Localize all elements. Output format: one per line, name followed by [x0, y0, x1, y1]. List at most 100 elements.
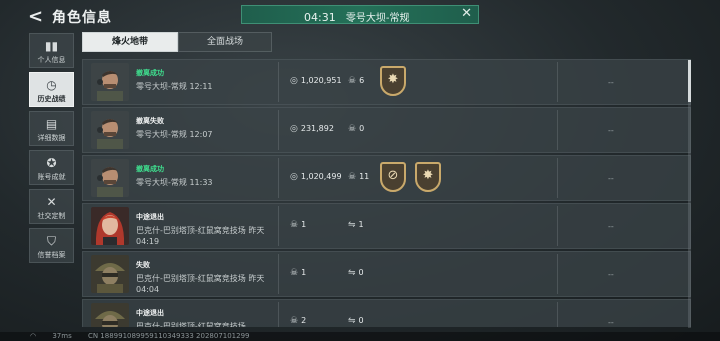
sidebar-item-label: 社交定制 — [37, 212, 66, 220]
skull-icon: ☠ — [348, 172, 357, 182]
tab-label: 烽火地带 — [111, 37, 148, 47]
matchmaking-mode: 零号大坝-常规 — [345, 13, 410, 24]
stat-value: 1,020,499 — [300, 172, 342, 181]
tab-warzone[interactable]: 烽火地带 — [82, 32, 178, 52]
document-icon: ▤ — [45, 117, 58, 131]
operator-avatar — [91, 63, 129, 101]
column-divider — [278, 110, 279, 150]
stat-value: 0 — [358, 268, 364, 277]
stat-value: 1 — [358, 220, 364, 229]
handshake-icon: ⇋ — [348, 268, 356, 278]
sidebar-item-label: 历史战绩 — [37, 95, 66, 103]
column-divider — [278, 62, 279, 102]
stat-value: 6 — [359, 76, 365, 85]
tab-full-battlefield[interactable]: 全面战场 — [178, 32, 272, 52]
column-divider — [557, 158, 558, 198]
match-map-time: 零号大坝-常规 12:11 — [136, 81, 213, 92]
skull-icon: ☠ — [348, 124, 357, 134]
sidebar-item-5[interactable]: ⛉ 信誉档案 — [29, 228, 74, 263]
column-divider — [557, 302, 558, 327]
match-row[interactable]: 撤离失败零号大坝-常规 12:07 ◎ 231,892 ☠ 0 -- — [82, 107, 691, 153]
top-bar: < 角色信息 04:31 零号大坝-常规 ✕ — [0, 0, 720, 32]
secondary-stat: ⇋ 0 — [348, 268, 364, 278]
match-result: 撤离失败 — [136, 117, 164, 125]
badge-emblem: ⊘ — [387, 168, 399, 183]
wifi-icon: ◠ — [30, 332, 37, 340]
match-map: 零号大坝-常规 — [136, 82, 187, 91]
match-time: 12:07 — [189, 130, 213, 139]
operator-avatar — [91, 207, 129, 245]
close-icon[interactable]: ✕ — [461, 6, 472, 21]
extra-value: -- — [608, 318, 614, 327]
match-map-time: 巴克什-巴别塔顶-红鼠窝竞技场 — [136, 321, 278, 327]
secondary-stat: ⇋ 0 — [348, 316, 364, 326]
match-row[interactable]: 失败 巴克什-巴别塔顶-红鼠窝竞技场 昨天 04:04 ☠ 1 ⇋ 0 -- — [82, 251, 691, 297]
extra-value: -- — [608, 78, 614, 87]
operator-avatar — [91, 111, 129, 149]
badge-emblem: ✸ — [422, 168, 434, 183]
extra-value: -- — [608, 222, 614, 231]
sidebar-item-4[interactable]: ✕ 社交定制 — [29, 189, 74, 224]
stat-value: 11 — [359, 172, 370, 181]
sidebar-item-3[interactable]: ✪ 账号成就 — [29, 150, 74, 185]
matchmaking-timer: 04:31 — [304, 11, 336, 24]
match-row[interactable]: 中途退出 巴克什-巴别塔顶-红鼠窝竞技场 ☠ 2 ⇋ 0 -- — [82, 299, 691, 327]
sidebar-item-0[interactable]: ▮▮ 个人信息 — [29, 33, 74, 68]
matchmaking-status: 04:31 零号大坝-常规 — [304, 9, 410, 24]
column-divider — [278, 158, 279, 198]
match-map: 零号大坝-常规 — [136, 130, 187, 139]
stat-value: 1 — [301, 220, 307, 229]
primary-stat: ◎ 231,892 — [290, 124, 334, 134]
stat-value: 1 — [301, 268, 307, 277]
scrollbar-thumb[interactable] — [688, 60, 691, 102]
secondary-stat: ☠ 0 — [348, 124, 364, 134]
stat-value: 0 — [358, 316, 364, 325]
coin-icon: ◎ — [290, 124, 298, 134]
match-result: 撤离成功 — [136, 165, 164, 173]
back-button[interactable]: < — [28, 6, 43, 27]
primary-stat: ☠ 2 — [290, 316, 306, 326]
column-divider — [278, 254, 279, 294]
matchmaking-bar[interactable]: 04:31 零号大坝-常规 ✕ — [241, 5, 479, 24]
stat-value: 2 — [301, 316, 307, 325]
primary-stat: ☠ 1 — [290, 220, 306, 230]
stat-value: 1,020,951 — [300, 76, 342, 85]
match-map-time: 零号大坝-常规 12:07 — [136, 129, 213, 140]
extra-value: -- — [608, 174, 614, 183]
skull-icon: ☠ — [290, 316, 299, 326]
handshake-icon: ⇋ — [348, 220, 356, 230]
operator-avatar — [91, 159, 129, 197]
column-divider — [557, 62, 558, 102]
player-id: CN 188991089959110349333 202807101299 — [87, 332, 250, 340]
match-row[interactable]: 撤离成功零号大坝-常规 11:33 ◎ 1,020,499 ☠ 11 ⊘ ✸ -- — [82, 155, 691, 201]
coin-icon: ◎ — [290, 172, 298, 182]
skull-icon: ☠ — [348, 76, 357, 86]
match-map: 巴克什-巴别塔顶-红鼠窝竞技场 — [136, 226, 246, 235]
match-map-time: 巴克什-巴别塔顶-红鼠窝竞技场 昨天 04:19 — [136, 225, 278, 247]
match-row[interactable]: 中途退出 巴克什-巴别塔顶-红鼠窝竞技场 昨天 04:19 ☠ 1 ⇋ 1 -- — [82, 203, 691, 249]
handshake-icon: ⇋ — [348, 316, 356, 326]
secondary-stat: ☠ 6 — [348, 76, 364, 86]
clock-icon: ◷ — [46, 78, 57, 92]
sidebar-item-1[interactable]: ◷ 历史战绩 — [29, 72, 74, 107]
sidebar-item-2[interactable]: ▤ 详细数据 — [29, 111, 74, 146]
match-row[interactable]: 撤离成功 零号大坝-常规 12:11 ◎ 1,020,951 ☠ 6 ✸ -- — [82, 59, 691, 105]
crosshair-badge-icon[interactable]: ✸ — [415, 162, 441, 192]
operator-avatar — [91, 303, 129, 327]
match-map-time: 零号大坝-常规 11:33 — [136, 177, 213, 188]
primary-stat: ☠ 1 — [290, 268, 306, 278]
shield-icon: ⛉ — [46, 234, 56, 248]
extra-value: -- — [608, 126, 614, 135]
sidebar-item-label: 个人信息 — [37, 56, 66, 64]
column-divider — [557, 206, 558, 246]
target-slash-badge-icon[interactable]: ⊘ — [380, 162, 406, 192]
match-history-list[interactable]: 撤离成功 零号大坝-常规 12:11 ◎ 1,020,951 ☠ 6 ✸ -- 撤离失败 零号大坝… — [82, 59, 691, 327]
sidebar-item-label: 账号成就 — [37, 173, 66, 181]
match-result: 失败 — [136, 261, 150, 269]
column-divider — [557, 110, 558, 150]
operator-avatar — [91, 255, 129, 293]
skull-icon: ☠ — [290, 220, 299, 230]
column-divider — [278, 206, 279, 246]
crosshair-badge-icon[interactable]: ✸ — [380, 66, 406, 96]
secondary-stat: ☠ 11 — [348, 172, 369, 182]
